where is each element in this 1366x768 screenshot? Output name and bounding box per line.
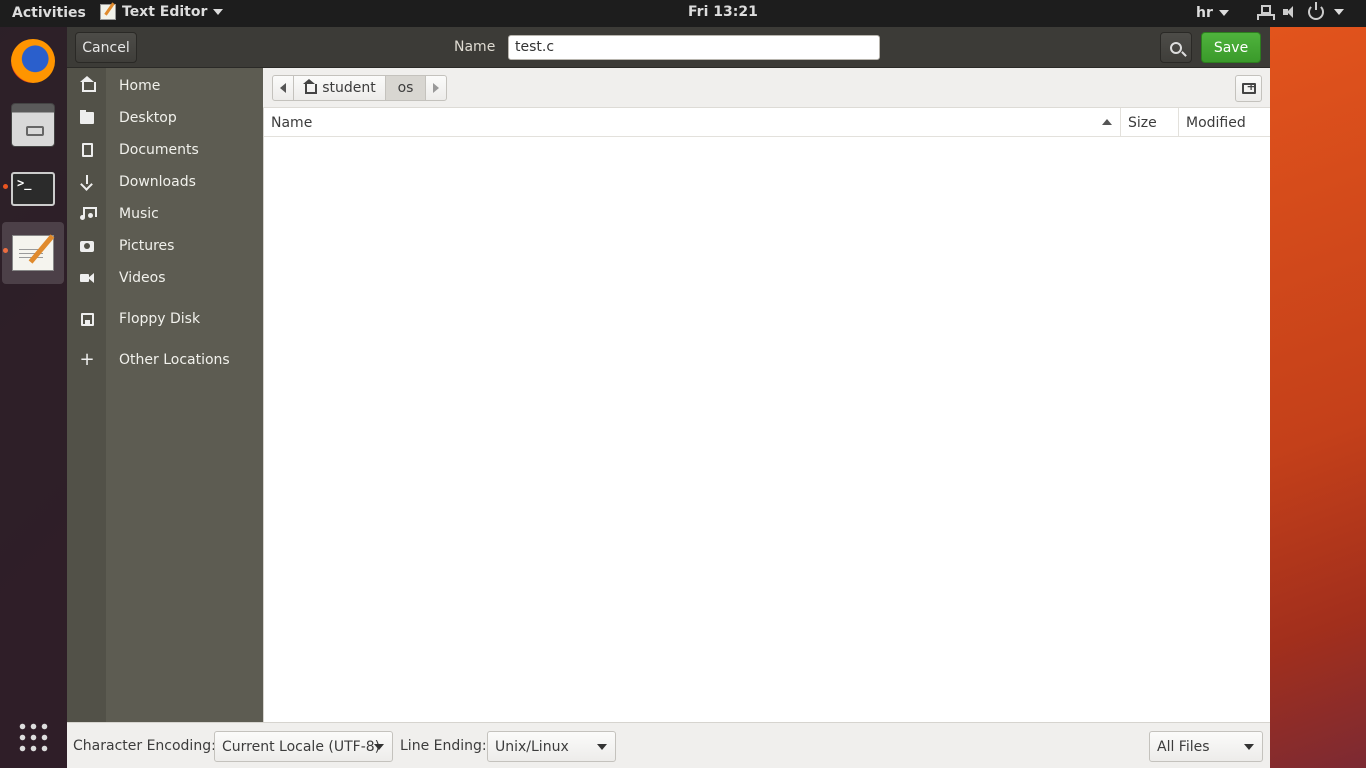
line-ending-label: Line Ending: — [400, 738, 487, 754]
clock[interactable]: Fri 13:21 — [688, 4, 758, 20]
save-button[interactable]: Save — [1201, 32, 1261, 63]
sidebar-item-floppy-disk[interactable]: Floppy Disk — [67, 303, 263, 335]
sidebar-item-label: Floppy Disk — [119, 311, 201, 327]
firefox-icon — [11, 39, 55, 83]
terminal-icon: >_ — [11, 172, 55, 206]
path-segment-student[interactable]: student — [293, 75, 386, 101]
app-menu[interactable]: Text Editor — [100, 4, 224, 20]
document-icon — [79, 142, 95, 158]
search-button[interactable] — [1160, 32, 1192, 63]
dock-files[interactable] — [2, 94, 64, 156]
encoding-label: Character Encoding: — [73, 738, 216, 754]
cancel-button[interactable]: Cancel — [75, 32, 137, 63]
sort-ascending-icon — [1102, 119, 1112, 125]
chevron-right-icon — [433, 83, 439, 93]
column-header-size[interactable]: Size — [1120, 108, 1178, 137]
chevron-down-icon — [1218, 10, 1229, 16]
download-icon — [79, 174, 95, 190]
create-folder-button[interactable] — [1235, 75, 1262, 102]
top-panel: Activities Text Editor Fri 13:21 hr — [0, 0, 1366, 27]
encoding-value: Current Locale (UTF-8) — [222, 738, 381, 755]
sidebar-item-label: Home — [119, 78, 161, 94]
encoding-select[interactable]: Current Locale (UTF-8) — [214, 731, 393, 762]
sidebar-item-music[interactable]: Music — [67, 198, 263, 230]
sidebar-item-pictures[interactable]: Pictures — [67, 230, 263, 262]
sidebar-item-label: Desktop — [119, 110, 177, 126]
dock-firefox[interactable] — [2, 30, 64, 92]
chevron-down-icon — [374, 744, 384, 750]
home-icon — [303, 79, 318, 94]
sidebar-item-label: Downloads — [119, 174, 196, 190]
sidebar-item-downloads[interactable]: Downloads — [67, 166, 263, 198]
sidebar-item-label: Pictures — [119, 238, 175, 254]
save-file-dialog: Cancel Name test.c Save Home Desktop Doc… — [67, 27, 1270, 768]
file-filter-select[interactable]: All Files — [1149, 731, 1263, 762]
text-editor-icon — [100, 4, 116, 20]
folder-icon — [79, 110, 95, 126]
search-icon — [1170, 41, 1182, 54]
file-list[interactable]: Name Size Modified — [263, 108, 1270, 722]
path-segment-label: student — [322, 80, 376, 96]
desktop-background — [1270, 27, 1366, 768]
camera-icon — [79, 238, 95, 254]
dock-terminal[interactable]: >_ — [2, 158, 64, 220]
sidebar-item-label: Documents — [119, 142, 199, 158]
file-list-header: Name Size Modified — [264, 108, 1270, 137]
home-icon — [79, 76, 96, 94]
chevron-left-icon — [280, 83, 286, 93]
line-ending-select[interactable]: Unix/Linux — [487, 731, 616, 762]
sidebar-item-label: Music — [119, 206, 159, 222]
volume-icon[interactable] — [1282, 4, 1298, 20]
dialog-header-bar: Cancel Name test.c Save — [67, 27, 1270, 68]
files-icon — [11, 103, 55, 147]
keyboard-layout-label: hr — [1196, 5, 1213, 21]
sidebar-item-documents[interactable]: Documents — [67, 134, 263, 166]
power-icon[interactable] — [1308, 2, 1324, 20]
dialog-options-bar: Character Encoding: Current Locale (UTF-… — [67, 722, 1270, 768]
app-menu-label: Text Editor — [122, 4, 208, 20]
keyboard-layout-menu[interactable]: hr — [1196, 5, 1229, 21]
line-ending-value: Unix/Linux — [495, 738, 569, 755]
path-segment-os[interactable]: os — [385, 75, 426, 101]
sidebar-item-other-locations[interactable]: + Other Locations — [67, 344, 263, 376]
activities-button[interactable]: Activities — [12, 5, 86, 21]
name-label: Name — [454, 39, 496, 55]
plus-icon: + — [79, 349, 95, 370]
places-sidebar: Home Desktop Documents Downloads Music P… — [67, 68, 263, 722]
chevron-down-icon[interactable] — [1334, 9, 1344, 15]
dock-text-editor[interactable] — [2, 222, 64, 284]
sidebar-item-label: Videos — [119, 270, 166, 286]
text-editor-icon — [12, 235, 54, 271]
sidebar-item-home[interactable]: Home — [67, 70, 263, 102]
sidebar-item-label: Other Locations — [119, 352, 230, 368]
dock: >_ — [0, 27, 67, 768]
chevron-down-icon — [1244, 744, 1254, 750]
chevron-down-icon — [597, 744, 607, 750]
filename-input[interactable]: test.c — [508, 35, 880, 60]
video-icon — [79, 270, 95, 286]
column-header-modified[interactable]: Modified — [1178, 108, 1270, 137]
file-filter-value: All Files — [1157, 738, 1210, 755]
path-scroll-right-button[interactable] — [425, 75, 447, 101]
show-applications-icon[interactable] — [17, 721, 49, 753]
chevron-down-icon — [213, 9, 224, 15]
music-icon — [79, 206, 97, 222]
sidebar-item-videos[interactable]: Videos — [67, 262, 263, 294]
new-folder-icon — [1241, 80, 1256, 94]
column-header-name[interactable]: Name — [271, 108, 1121, 137]
path-scroll-left-button[interactable] — [272, 75, 294, 101]
path-bar: student os — [263, 68, 1270, 108]
network-icon[interactable] — [1256, 4, 1275, 20]
sidebar-item-desktop[interactable]: Desktop — [67, 102, 263, 134]
system-tray[interactable] — [1256, 2, 1344, 20]
path-segment-label: os — [397, 80, 414, 96]
floppy-icon — [79, 311, 95, 327]
